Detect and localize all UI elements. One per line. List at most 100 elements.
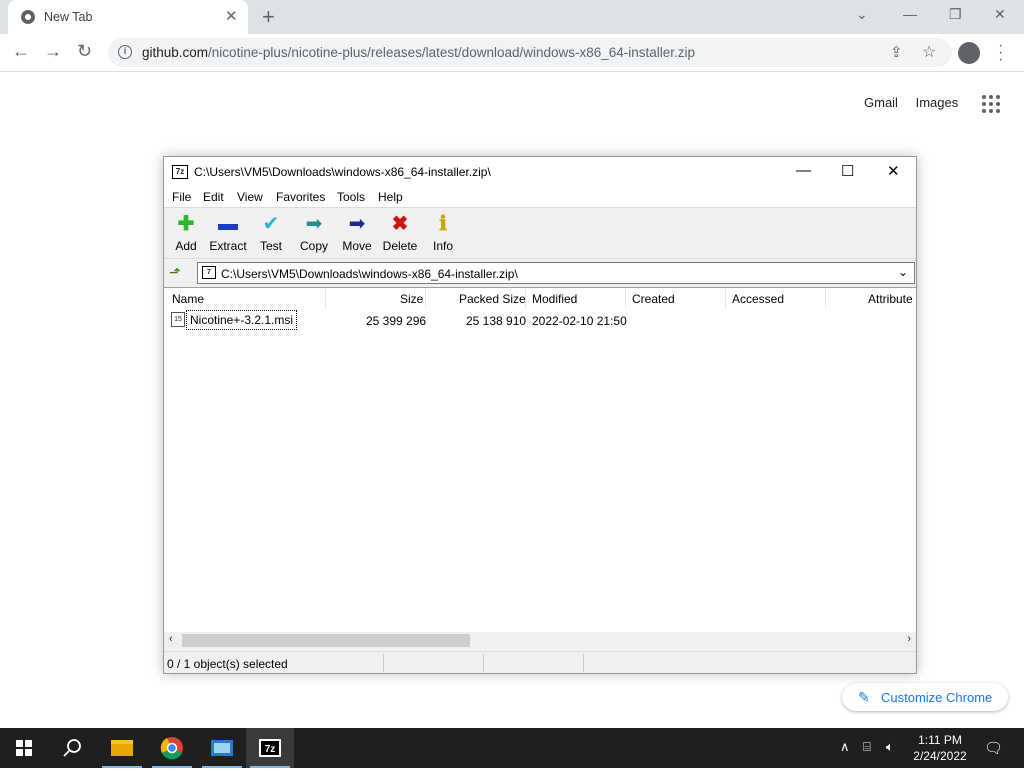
control-panel-icon: [211, 740, 233, 756]
volume-icon[interactable]: 🔈︎: [886, 739, 894, 755]
status-divider: [583, 654, 584, 672]
extract-icon: ▬: [218, 213, 238, 235]
status-bar: 0 / 1 object(s) selected: [164, 651, 916, 673]
customize-chrome-button[interactable]: ✎ Customize Chrome: [842, 683, 1008, 711]
column-divider[interactable]: [625, 288, 626, 308]
gmail-link[interactable]: Gmail: [864, 95, 898, 110]
delete-button[interactable]: ✖ Delete: [378, 212, 422, 253]
pencil-icon: ✎: [858, 689, 870, 705]
url-text[interactable]: github.com/nicotine-plus/nicotine-plus/r…: [142, 45, 695, 60]
menu-file[interactable]: File: [172, 190, 191, 204]
test-label: Test: [259, 239, 282, 253]
toolbar: ✚ Add ▬ Extract ✔ Test ➡ Copy ➡ Move ✖ D…: [164, 207, 916, 259]
up-folder-icon[interactable]: ⬏: [169, 264, 187, 282]
control-panel-button[interactable]: [198, 728, 246, 768]
menu-bar: File Edit View Favorites Tools Help: [164, 187, 916, 207]
column-divider[interactable]: [725, 288, 726, 308]
close-window-icon[interactable]: ✕: [994, 6, 1006, 23]
window-title: C:\Users\VM5\Downloads\windows-x86_64-in…: [194, 165, 491, 179]
add-button[interactable]: ✚ Add: [164, 212, 208, 253]
profile-avatar-icon[interactable]: [958, 42, 980, 64]
column-accessed[interactable]: Accessed: [732, 292, 784, 306]
scroll-thumb[interactable]: [182, 634, 470, 647]
menu-view[interactable]: View: [237, 190, 263, 204]
window-titlebar[interactable]: 7z C:\Users\VM5\Downloads\windows-x86_64…: [164, 157, 916, 187]
list-header: Name Size Packed Size Modified Created A…: [164, 288, 916, 308]
chrome-button[interactable]: [148, 728, 196, 768]
taskbar: 7z ∧ ⌸ 🔈︎ 1:11 PM 2/24/2022 🗨︎: [0, 728, 1024, 768]
maximize-icon[interactable]: ☐: [841, 162, 854, 180]
chevron-down-icon[interactable]: ⌄: [898, 265, 908, 279]
column-modified[interactable]: Modified: [532, 292, 577, 306]
menu-favorites[interactable]: Favorites: [276, 190, 325, 204]
column-packed-size[interactable]: Packed Size: [459, 292, 526, 306]
new-tab-button[interactable]: +: [262, 4, 275, 30]
tab-new-tab[interactable]: New Tab ✕: [8, 0, 248, 34]
menu-tools[interactable]: Tools: [337, 190, 365, 204]
path-text: C:\Users\VM5\Downloads\windows-x86_64-in…: [221, 267, 518, 281]
menu-help[interactable]: Help: [378, 190, 403, 204]
bookmark-star-icon[interactable]: ☆: [922, 42, 936, 62]
apps-grid-icon[interactable]: [982, 95, 1000, 113]
chrome-menu-icon[interactable]: · · ·: [998, 38, 1003, 68]
path-combobox[interactable]: 7 C:\Users\VM5\Downloads\windows-x86_64-…: [197, 262, 915, 284]
move-label: Move: [342, 239, 372, 253]
tab-search-icon[interactable]: ⌄: [856, 6, 868, 23]
column-attributes[interactable]: Attribute: [868, 292, 913, 306]
reload-icon[interactable]: ↻: [77, 41, 92, 62]
customize-label: Customize Chrome: [881, 690, 993, 705]
scroll-left-icon[interactable]: ‹: [169, 633, 173, 645]
7zip-taskbar-button[interactable]: 7z: [246, 728, 294, 768]
search-button[interactable]: [48, 728, 96, 768]
column-divider[interactable]: [425, 288, 426, 308]
column-name[interactable]: Name: [172, 292, 204, 306]
site-info-icon[interactable]: i: [118, 45, 132, 59]
file-size-cell: 25 399 296: [366, 314, 427, 328]
start-icon: [16, 740, 32, 756]
file-list[interactable]: Name Size Packed Size Modified Created A…: [164, 287, 916, 649]
7zip-window: 7z C:\Users\VM5\Downloads\windows-x86_64…: [163, 156, 917, 674]
network-icon[interactable]: ⌸: [863, 739, 871, 755]
start-button[interactable]: [0, 728, 48, 768]
info-button[interactable]: ℹ Info: [421, 212, 465, 253]
column-divider[interactable]: [825, 288, 826, 308]
restore-icon[interactable]: ❐: [949, 6, 962, 23]
file-explorer-button[interactable]: [98, 728, 146, 768]
share-icon[interactable]: ⇪: [890, 43, 903, 61]
close-icon[interactable]: ✕: [887, 162, 900, 180]
test-button[interactable]: ✔ Test: [249, 212, 293, 253]
back-icon[interactable]: ←: [12, 41, 30, 62]
move-icon: ➡: [348, 213, 366, 235]
7zip-app-icon: 7z: [172, 165, 188, 179]
images-link[interactable]: Images: [916, 95, 959, 110]
tray-overflow-icon[interactable]: ∧: [840, 739, 850, 755]
column-divider[interactable]: [525, 288, 526, 308]
address-bar[interactable]: i github.com/nicotine-plus/nicotine-plus…: [108, 38, 952, 67]
add-icon: ✚: [177, 213, 195, 235]
7zip-icon: 7z: [259, 739, 281, 757]
system-clock[interactable]: 1:11 PM 2/24/2022: [906, 732, 974, 764]
move-button[interactable]: ➡ Move: [335, 212, 379, 253]
zip-archive-icon: 7: [202, 266, 216, 279]
address-row: ⬏ 7 C:\Users\VM5\Downloads\windows-x86_6…: [164, 260, 916, 286]
notifications-icon[interactable]: 🗨︎: [984, 739, 1003, 757]
column-created[interactable]: Created: [632, 292, 675, 306]
minimize-icon[interactable]: —: [796, 162, 811, 179]
forward-icon[interactable]: →: [44, 41, 62, 62]
column-size[interactable]: Size: [400, 292, 423, 306]
scroll-right-icon[interactable]: ›: [907, 633, 911, 645]
copy-label: Copy: [299, 239, 328, 253]
modified-cell: 2022-02-10 21:50: [532, 314, 627, 328]
minimize-icon[interactable]: —: [903, 6, 917, 22]
menu-edit[interactable]: Edit: [203, 190, 224, 204]
file-name-cell[interactable]: Nicotine+-3.2.1.msi: [186, 310, 298, 330]
test-icon: ✔: [262, 213, 280, 235]
close-tab-icon[interactable]: ✕: [225, 7, 238, 25]
msi-file-icon: 15: [171, 312, 185, 327]
extract-label: Extract: [209, 239, 247, 253]
column-divider[interactable]: [325, 288, 326, 308]
horizontal-scrollbar[interactable]: ‹ ›: [164, 632, 916, 649]
status-divider: [383, 654, 384, 672]
copy-button[interactable]: ➡ Copy: [292, 212, 336, 253]
extract-button[interactable]: ▬ Extract: [206, 212, 250, 253]
